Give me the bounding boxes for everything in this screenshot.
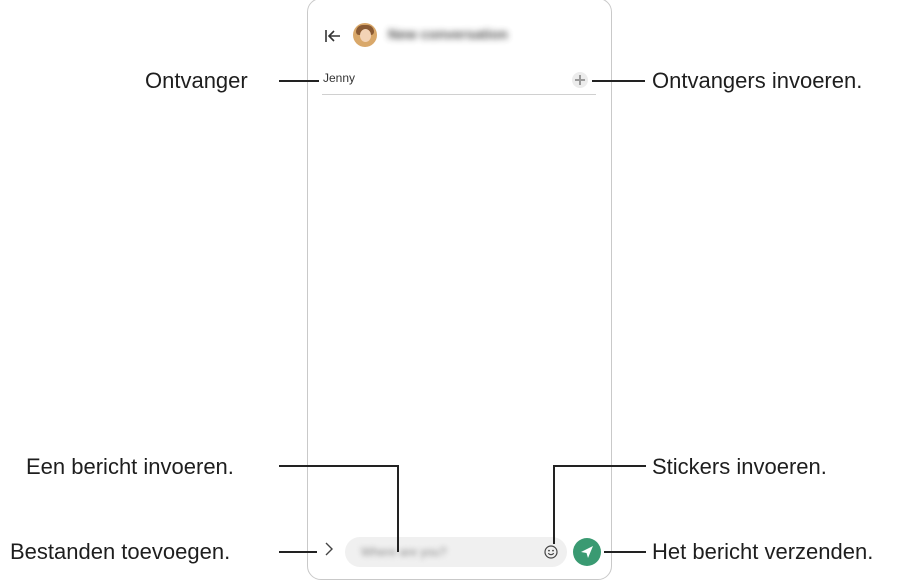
callout-line	[604, 551, 646, 553]
callout-line	[279, 551, 317, 553]
chevron-right-icon[interactable]	[323, 541, 335, 557]
message-placeholder: Where are you?	[361, 545, 447, 559]
callout-line	[553, 465, 646, 467]
phone-screen: New conversation Jenny Where are you?	[307, 0, 612, 580]
callout-line	[279, 465, 399, 467]
message-input[interactable]: Where are you?	[345, 537, 567, 567]
recipient-field[interactable]: Jenny	[323, 71, 355, 85]
divider	[322, 94, 596, 95]
callout-add-files: Bestanden toevoegen.	[10, 539, 231, 564]
callout-line	[397, 465, 399, 552]
emoji-icon[interactable]	[544, 545, 558, 559]
callout-line	[592, 80, 645, 82]
conversation-title: New conversation	[388, 26, 508, 42]
send-icon	[581, 546, 593, 558]
callout-stickers: Stickers invoeren.	[652, 454, 827, 479]
callout-send: Het bericht verzenden.	[652, 539, 874, 564]
callout-line	[279, 80, 319, 82]
callout-line	[553, 465, 555, 544]
send-button[interactable]	[573, 538, 601, 566]
avatar	[353, 23, 377, 47]
callout-recipient: Ontvanger	[145, 68, 248, 93]
add-recipient-icon[interactable]	[572, 72, 588, 88]
callout-add-recipients: Ontvangers invoeren.	[652, 68, 863, 93]
back-icon[interactable]	[324, 28, 342, 44]
callout-enter-message: Een bericht invoeren.	[26, 454, 234, 479]
